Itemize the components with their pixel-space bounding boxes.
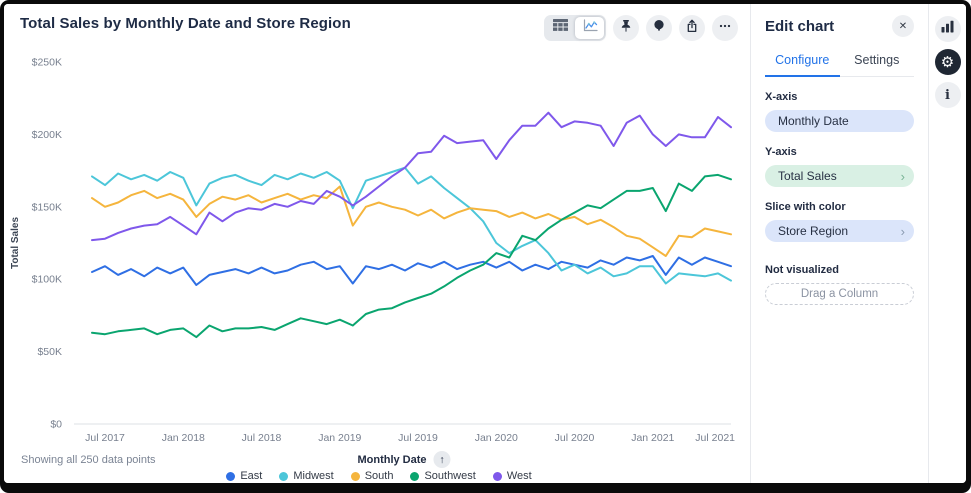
pin-icon (619, 19, 633, 38)
tab-configure[interactable]: Configure (765, 46, 840, 77)
chart-type-rail-button[interactable] (935, 16, 961, 42)
bar-chart-icon (941, 20, 954, 38)
svg-text:$0: $0 (50, 419, 62, 431)
sort-ascending-icon[interactable]: ↑ (434, 451, 451, 468)
legend-item-midwest[interactable]: Midwest (279, 470, 333, 482)
drag-column-dropzone[interactable]: Drag a Column (765, 283, 914, 305)
svg-text:Jul 2017: Jul 2017 (85, 432, 125, 444)
panel-header: Edit chart ✕ (765, 15, 914, 37)
close-icon: ✕ (899, 21, 907, 32)
chart-legend: East Midwest South Southwest West (14, 470, 744, 482)
x-axis-field-label: X-axis (765, 91, 914, 103)
series-line-southwest (92, 175, 731, 337)
legend-label: South (365, 470, 394, 482)
table-icon (553, 19, 568, 37)
svg-text:Jan 2018: Jan 2018 (162, 432, 205, 444)
chart-view-button[interactable] (575, 17, 604, 39)
chart-toolbar (544, 15, 738, 41)
legend-dot (410, 472, 419, 481)
pin-button[interactable] (613, 15, 639, 41)
slice-color-pill-value: Store Region (778, 224, 848, 238)
svg-text:Jan 2021: Jan 2021 (631, 432, 674, 444)
y-axis-pill-value: Total Sales (778, 169, 837, 183)
legend-label: West (507, 470, 532, 482)
export-icon (685, 19, 699, 38)
legend-dot (493, 472, 502, 481)
legend-dot (279, 472, 288, 481)
legend-dot (226, 472, 235, 481)
app-window: Total Sales by Monthly Date and Store Re… (0, 0, 971, 493)
chart-section: Total Sales by Monthly Date and Store Re… (4, 4, 750, 483)
gear-icon: ⚙ (941, 55, 954, 70)
ellipsis-icon (718, 19, 732, 38)
series-line-east (92, 256, 731, 285)
chart-header: Total Sales by Monthly Date and Store Re… (4, 4, 750, 48)
svg-text:Jul 2019: Jul 2019 (398, 432, 438, 444)
x-axis-pill[interactable]: Monthly Date (765, 110, 914, 132)
svg-text:Jan 2020: Jan 2020 (475, 432, 518, 444)
export-button[interactable] (679, 15, 705, 41)
panel-title: Edit chart (765, 18, 834, 35)
legend-item-southwest[interactable]: Southwest (410, 470, 475, 482)
data-point-count: Showing all 250 data points (21, 454, 156, 466)
close-panel-button[interactable]: ✕ (892, 15, 914, 37)
slice-color-pill[interactable]: Store Region › (765, 220, 914, 242)
chevron-right-icon: › (901, 170, 905, 183)
series-line-south (92, 187, 731, 257)
info-rail-button[interactable]: i (935, 82, 961, 108)
svg-text:Jul 2018: Jul 2018 (242, 432, 282, 444)
svg-text:Jul 2020: Jul 2020 (555, 432, 595, 444)
right-icon-rail: ⚙ i (928, 4, 966, 483)
y-axis-pill[interactable]: Total Sales › (765, 165, 914, 187)
page-title: Total Sales by Monthly Date and Store Re… (20, 15, 351, 32)
legend-item-south[interactable]: South (351, 470, 394, 482)
y-axis-field-label: Y-axis (765, 146, 914, 158)
legend-dot (351, 472, 360, 481)
view-toggle (544, 15, 606, 41)
x-axis-pill-value: Monthly Date (778, 114, 849, 128)
svg-text:$150K: $150K (32, 201, 62, 213)
info-icon: i (945, 88, 950, 103)
svg-text:Jul 2021: Jul 2021 (695, 432, 735, 444)
legend-item-east[interactable]: East (226, 470, 262, 482)
chart-footer: Showing all 250 data points Monthly Date… (4, 451, 750, 469)
more-options-button[interactable] (712, 15, 738, 41)
legend-label: Southwest (424, 470, 475, 482)
edit-chart-panel: Edit chart ✕ Configure Settings X-axis M… (750, 4, 928, 483)
x-axis-title: Monthly Date (357, 454, 426, 466)
svg-text:$250K: $250K (32, 57, 62, 69)
line-chart-icon (582, 19, 598, 38)
chart-plot[interactable]: $0 $50K $100K $150K $200K $250K Jul 2017 Jan 20… (4, 52, 750, 450)
chevron-right-icon: › (901, 225, 905, 238)
panel-tabs: Configure Settings (765, 46, 914, 77)
svg-text:$100K: $100K (32, 274, 62, 286)
slice-color-field-label: Slice with color (765, 201, 914, 213)
balloon-icon (652, 19, 666, 38)
legend-label: Midwest (293, 470, 333, 482)
not-visualized-label: Not visualized (765, 264, 914, 276)
balloon-button[interactable] (646, 15, 672, 41)
legend-item-west[interactable]: West (493, 470, 532, 482)
x-axis-title-group: Monthly Date ↑ (357, 451, 450, 468)
edit-chart-rail-button[interactable]: ⚙ (935, 49, 961, 75)
chart-editor-window: Total Sales by Monthly Date and Store Re… (4, 4, 966, 483)
svg-text:Jan 2019: Jan 2019 (318, 432, 361, 444)
svg-text:$200K: $200K (32, 129, 62, 141)
legend-label: East (240, 470, 262, 482)
svg-text:Total Sales: Total Sales (10, 217, 21, 269)
svg-text:$50K: $50K (37, 346, 62, 358)
table-view-button[interactable] (546, 17, 575, 39)
tab-settings[interactable]: Settings (840, 46, 915, 77)
